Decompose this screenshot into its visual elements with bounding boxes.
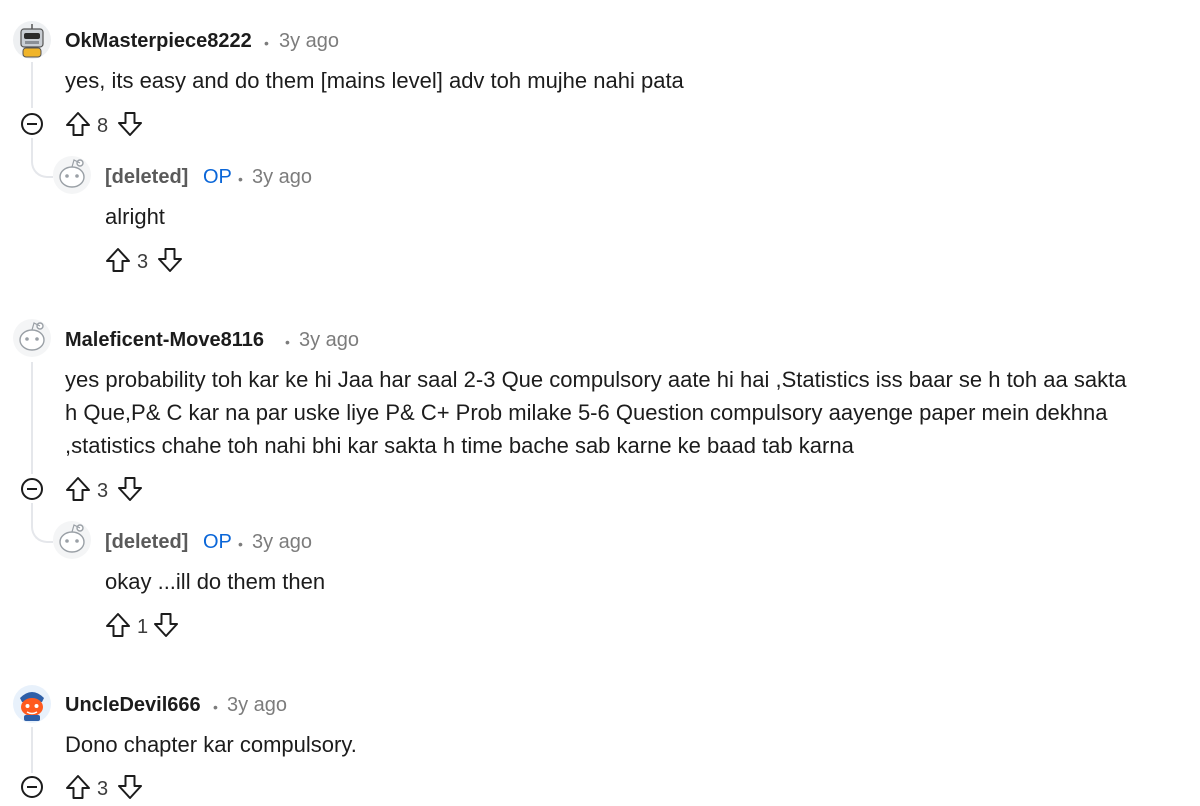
comment-body-line: h Que,P& C kar na par uske liye P& C+ Pr… [65, 400, 1108, 425]
avatar[interactable] [12, 318, 52, 358]
downvote-button[interactable] [116, 773, 144, 801]
arrow-up-icon [66, 112, 90, 136]
arrow-up-icon [106, 613, 130, 637]
thread-line[interactable] [31, 138, 33, 158]
vote-score: 3 [97, 480, 109, 502]
minus-circle-icon [21, 478, 43, 500]
comment-time[interactable]: 3y ago [252, 531, 312, 554]
comment-body-line: ,statistics chahe toh nahi bhi kar sakta… [65, 433, 854, 458]
vote-score: 8 [97, 115, 109, 137]
comment-body: Dono chapter kar compulsory. [65, 732, 357, 757]
arrow-down-icon [154, 613, 178, 637]
collapse-thread-button[interactable] [19, 774, 45, 800]
comment-time[interactable]: 3y ago [227, 694, 287, 717]
op-badge: OP [203, 166, 232, 188]
avatar[interactable] [12, 684, 52, 724]
arrow-up-icon [66, 477, 90, 501]
comment-body: okay ...ill do them then [105, 569, 326, 594]
default-snoo-avatar-icon [13, 319, 51, 357]
thread-line[interactable] [31, 62, 33, 108]
orange-snoo-avatar-icon [13, 685, 51, 723]
arrow-up-icon [106, 248, 130, 272]
robot-avatar-icon [13, 21, 51, 59]
avatar[interactable] [12, 20, 52, 60]
thread-line[interactable] [31, 503, 33, 523]
op-badge: OP [203, 531, 232, 553]
comment-author: [deleted] [105, 531, 189, 553]
arrow-down-icon [118, 775, 142, 799]
meta-separator: • [238, 171, 243, 187]
comment-body-line: yes probability toh kar ke hi Jaa har sa… [65, 367, 1127, 392]
collapse-thread-button[interactable] [19, 111, 45, 137]
downvote-button[interactable] [116, 110, 144, 138]
vote-score: 1 [137, 616, 149, 638]
upvote-button[interactable] [64, 110, 92, 138]
comment-author[interactable]: Maleficent-Move8116 [65, 329, 264, 352]
comment-time[interactable]: 3y ago [252, 166, 312, 189]
minus-circle-icon [21, 776, 43, 798]
comment-author: [deleted] [105, 166, 189, 188]
upvote-button[interactable] [64, 773, 92, 801]
comment-author[interactable]: UncleDevil666 [65, 694, 201, 717]
meta-separator: • [213, 699, 218, 715]
downvote-button[interactable] [152, 611, 180, 639]
upvote-button[interactable] [104, 611, 132, 639]
thread-connector [31, 156, 53, 178]
meta-separator: • [264, 35, 269, 51]
meta-separator: • [285, 334, 290, 350]
downvote-button[interactable] [156, 246, 184, 274]
comment-body: alright [105, 204, 165, 229]
meta-separator: • [238, 536, 243, 552]
arrow-down-icon [118, 477, 142, 501]
upvote-button[interactable] [64, 475, 92, 503]
comment-body: yes, its easy and do them [mains level] … [65, 68, 684, 93]
arrow-down-icon [118, 112, 142, 136]
vote-score: 3 [97, 778, 109, 800]
vote-score: 3 [137, 251, 149, 273]
downvote-button[interactable] [116, 475, 144, 503]
minus-circle-icon [21, 113, 43, 135]
upvote-button[interactable] [104, 246, 132, 274]
thread-line[interactable] [31, 362, 33, 474]
comment-time[interactable]: 3y ago [279, 30, 339, 53]
collapse-thread-button[interactable] [19, 476, 45, 502]
thread-line[interactable] [31, 727, 33, 773]
default-snoo-avatar-icon [53, 156, 91, 194]
comment-author[interactable]: OkMasterpiece8222 [65, 30, 252, 53]
avatar[interactable] [52, 155, 92, 195]
default-snoo-avatar-icon [53, 521, 91, 559]
arrow-down-icon [158, 248, 182, 272]
thread-connector [31, 521, 53, 543]
avatar[interactable] [52, 520, 92, 560]
comment-time[interactable]: 3y ago [299, 329, 359, 352]
arrow-up-icon [66, 775, 90, 799]
